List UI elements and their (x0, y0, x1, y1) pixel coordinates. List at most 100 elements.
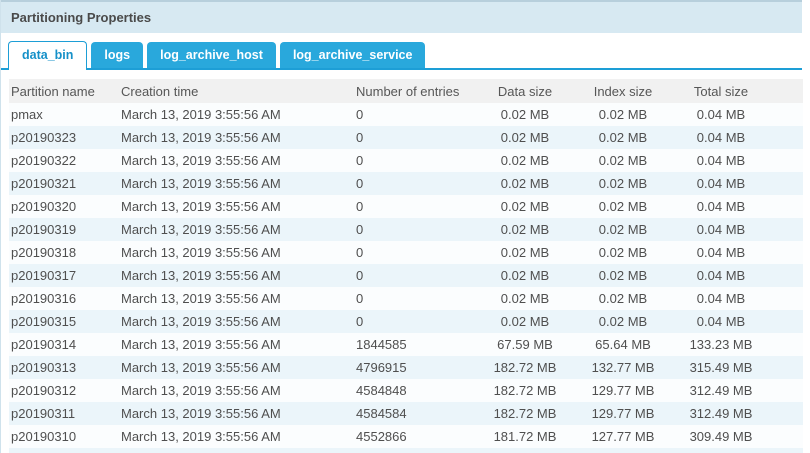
panel-title: Partitioning Properties (1, 0, 802, 33)
cell-creation-time: March 13, 2019 3:55:56 AM (119, 245, 353, 260)
tab-data_bin[interactable]: data_bin (8, 41, 87, 70)
cell-creation-time: March 13, 2019 3:55:56 AM (119, 429, 353, 444)
cell-data-size: 0.02 MB (475, 199, 575, 214)
cell-index-size: 0.02 MB (575, 268, 671, 283)
cell-index-size: 129.77 MB (575, 383, 671, 398)
table-row: p20190310March 13, 2019 3:55:56 AM455286… (9, 425, 803, 448)
cell-partition-name: p20190321 (9, 176, 119, 191)
cell-number-of-entries: 0 (353, 314, 475, 329)
table-row: p20190317March 13, 2019 3:55:56 AM00.02 … (9, 264, 803, 287)
cell-index-size: 0.02 MB (575, 245, 671, 260)
table-header-row: Partition nameCreation timeNumber of ent… (9, 79, 803, 103)
tab-content: Partition nameCreation timeNumber of ent… (1, 70, 810, 453)
cell-number-of-entries: 0 (353, 107, 475, 122)
cell-index-size: 0.02 MB (575, 291, 671, 306)
cell-total-size: 0.04 MB (671, 291, 771, 306)
cell-data-size: 0.02 MB (475, 268, 575, 283)
table-row: p20190318March 13, 2019 3:55:56 AM00.02 … (9, 241, 803, 264)
cell-number-of-entries: 4796915 (353, 360, 475, 375)
table-row: p20190314March 13, 2019 3:55:56 AM184458… (9, 333, 803, 356)
cell-total-size: 312.49 MB (671, 406, 771, 421)
cell-index-size: 65.64 MB (575, 337, 671, 352)
cell-creation-time: March 13, 2019 3:55:56 AM (119, 176, 353, 191)
cell-number-of-entries: 0 (353, 291, 475, 306)
table-row: p20190312March 13, 2019 3:55:56 AM458484… (9, 379, 803, 402)
table-row: p20190316March 13, 2019 3:55:56 AM00.02 … (9, 287, 803, 310)
cell-number-of-entries: 0 (353, 176, 475, 191)
table-row: pmaxMarch 13, 2019 3:55:56 AM00.02 MB0.0… (9, 103, 803, 126)
cell-number-of-entries: 4584584 (353, 406, 475, 421)
cell-index-size: 0.02 MB (575, 222, 671, 237)
cell-creation-time: March 13, 2019 3:55:56 AM (119, 153, 353, 168)
cell-index-size: 0.02 MB (575, 153, 671, 168)
cell-data-size: 0.02 MB (475, 291, 575, 306)
cell-data-size: 182.72 MB (475, 406, 575, 421)
cell-creation-time: March 13, 2019 3:55:56 AM (119, 222, 353, 237)
cell-data-size: 0.02 MB (475, 245, 575, 260)
cell-creation-time: March 13, 2019 3:55:56 AM (119, 406, 353, 421)
cell-number-of-entries: 1844585 (353, 337, 475, 352)
tab-log_archive_service[interactable]: log_archive_service (280, 42, 426, 68)
cell-total-size: 0.04 MB (671, 130, 771, 145)
cell-data-size: 0.02 MB (475, 153, 575, 168)
cell-index-size: 0.02 MB (575, 314, 671, 329)
cell-number-of-entries: 4584848 (353, 383, 475, 398)
cell-partition-name: p20190315 (9, 314, 119, 329)
cell-partition-name: p20190310 (9, 429, 119, 444)
cell-partition-name: p20190312 (9, 383, 119, 398)
table-row: p20190313March 13, 2019 3:55:56 AM479691… (9, 356, 803, 379)
cell-index-size: 129.77 MB (575, 406, 671, 421)
cell-total-size: 312.49 MB (671, 383, 771, 398)
cell-data-size: 67.59 MB (475, 337, 575, 352)
cell-total-size: 0.04 MB (671, 153, 771, 168)
next-row-sliver (9, 448, 803, 453)
cell-data-size: 0.02 MB (475, 130, 575, 145)
cell-total-size: 309.49 MB (671, 429, 771, 444)
table-row: p20190311March 13, 2019 3:55:56 AM458458… (9, 402, 803, 425)
cell-partition-name: p20190323 (9, 130, 119, 145)
column-header-data-size: Data size (475, 84, 575, 99)
table-row: p20190315March 13, 2019 3:55:56 AM00.02 … (9, 310, 803, 333)
table-row: p20190320March 13, 2019 3:55:56 AM00.02 … (9, 195, 803, 218)
cell-index-size: 132.77 MB (575, 360, 671, 375)
cell-data-size: 0.02 MB (475, 314, 575, 329)
cell-index-size: 0.02 MB (575, 199, 671, 214)
cell-partition-name: p20190313 (9, 360, 119, 375)
table-row: p20190321March 13, 2019 3:55:56 AM0 0.02 … (9, 172, 803, 195)
tab-logs[interactable]: logs (91, 42, 143, 68)
cell-creation-time: March 13, 2019 3:55:56 AM (119, 337, 353, 352)
partitions-table: Partition nameCreation timeNumber of ent… (9, 79, 803, 453)
cell-partition-name: p20190320 (9, 199, 119, 214)
cell-partition-name: p20190317 (9, 268, 119, 283)
cell-creation-time: March 13, 2019 3:55:56 AM (119, 130, 353, 145)
cell-data-size: 0.02 MB (475, 107, 575, 122)
table-row: p20190319March 13, 2019 3:55:56 AM0 0.02 … (9, 218, 803, 241)
tab-log_archive_host[interactable]: log_archive_host (147, 42, 276, 68)
cell-index-size: 127.77 MB (575, 429, 671, 444)
cell-total-size: 0.04 MB (671, 314, 771, 329)
table-body: pmaxMarch 13, 2019 3:55:56 AM00.02 MB0.0… (9, 103, 803, 448)
cell-creation-time: March 13, 2019 3:55:56 AM (119, 314, 353, 329)
cell-total-size: 0.04 MB (671, 199, 771, 214)
cell-partition-name: p20190319 (9, 222, 119, 237)
cell-number-of-entries: 0 (353, 199, 475, 214)
cell-data-size: 181.72 MB (475, 429, 575, 444)
column-header-total-size: Total size (671, 84, 771, 99)
cell-creation-time: March 13, 2019 3:55:56 AM (119, 383, 353, 398)
column-header-index-size: Index size (575, 84, 671, 99)
cell-creation-time: March 13, 2019 3:55:56 AM (119, 360, 353, 375)
column-header-partition-name: Partition name (9, 84, 119, 99)
cell-index-size: 0.02 MB (575, 176, 671, 191)
cell-partition-name: p20190311 (9, 406, 119, 421)
cell-number-of-entries: 0 (353, 222, 475, 237)
cell-partition-name: p20190322 (9, 153, 119, 168)
partitioning-properties-panel: Partitioning Properties data_binlogslog_… (0, 0, 810, 453)
cell-creation-time: March 13, 2019 3:55:56 AM (119, 268, 353, 283)
cell-number-of-entries: 0 (353, 245, 475, 260)
cell-data-size: 182.72 MB (475, 383, 575, 398)
cell-creation-time: March 13, 2019 3:55:56 AM (119, 291, 353, 306)
cell-partition-name: p20190318 (9, 245, 119, 260)
cell-total-size: 133.23 MB (671, 337, 771, 352)
cell-total-size: 0.04 MB (671, 176, 771, 191)
tab-bar: data_binlogslog_archive_hostlog_archive_… (1, 41, 802, 70)
